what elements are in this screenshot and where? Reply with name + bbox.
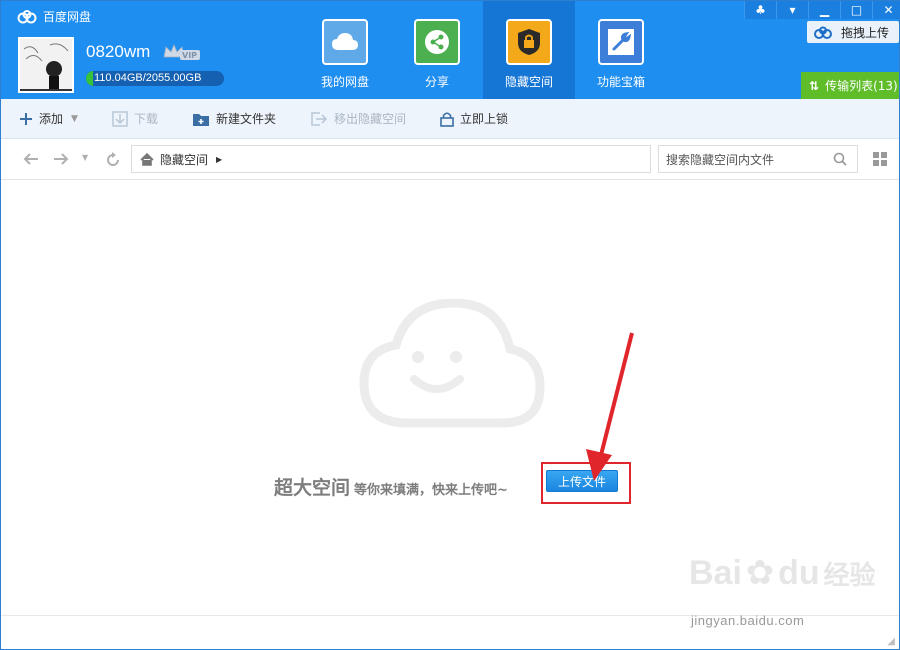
- lock-now-button[interactable]: 立即上锁: [440, 110, 508, 127]
- move-out-icon: [311, 111, 328, 126]
- lock-icon: [506, 19, 552, 65]
- menu-button[interactable]: ▾: [776, 1, 808, 19]
- smiling-cloud-icon: [359, 299, 545, 428]
- notification-bell-button[interactable]: ♣: [744, 1, 776, 19]
- refresh-icon[interactable]: [105, 152, 121, 168]
- nav-hidden-space[interactable]: 隐藏空间: [483, 1, 575, 99]
- minimize-icon: ▁: [819, 3, 830, 17]
- breadcrumb-item[interactable]: 隐藏空间: [160, 151, 208, 168]
- nav-share[interactable]: 分享: [391, 1, 483, 99]
- paw-icon: ✿: [745, 553, 775, 593]
- transfer-list-button[interactable]: ⇅ 传输列表(13): [801, 72, 899, 99]
- transfer-arrows-icon: ⇅: [809, 78, 820, 93]
- empty-state-message: 超大空间 等你来填满，快来上传吧~: [274, 473, 508, 500]
- maximize-button[interactable]: □: [840, 1, 872, 19]
- header-bar: 百度网盘 0820wm VIP 110.04GB/2055.00GB 我的网盘 …: [1, 1, 900, 99]
- new-folder-label: 新建文件夹: [215, 112, 276, 126]
- back-arrow-icon[interactable]: [23, 152, 39, 166]
- move-out-label: 移出隐藏空间: [333, 112, 406, 126]
- forward-arrow-icon[interactable]: [53, 152, 69, 166]
- vip-badge-text: VIP: [182, 51, 197, 60]
- storage-quota-bar: 110.04GB/2055.00GB: [86, 71, 224, 86]
- watermark-jingyan: 经验: [823, 560, 876, 590]
- chevron-down-icon: ▼: [71, 113, 78, 124]
- vip-crown-icon[interactable]: VIP: [162, 43, 202, 61]
- download-icon: [112, 110, 128, 127]
- wrench-icon: [598, 19, 644, 65]
- maximize-icon: □: [850, 3, 863, 17]
- drag-upload-button[interactable]: 拖拽上传: [807, 21, 899, 43]
- search-icon[interactable]: [833, 152, 847, 166]
- new-folder-button[interactable]: 新建文件夹: [192, 110, 276, 127]
- watermark-brand-suffix: du: [778, 554, 820, 592]
- nav-label: 我的网盘: [320, 75, 369, 89]
- plus-icon: [20, 112, 32, 125]
- nav-label: 功能宝箱: [596, 75, 645, 89]
- username: 0820wm: [86, 42, 151, 61]
- add-label: 添加: [39, 112, 64, 126]
- window-controls: ♣ ▾ ▁ □ ✕: [744, 1, 900, 19]
- breadcrumb-chevron-icon[interactable]: ▶: [216, 155, 222, 164]
- brand: 百度网盘: [17, 8, 91, 25]
- download-button[interactable]: 下载: [112, 110, 158, 127]
- breadcrumb[interactable]: 隐藏空间 ▶: [131, 145, 651, 173]
- nav-label: 隐藏空间: [504, 75, 553, 89]
- grid-view-icon[interactable]: [873, 152, 887, 166]
- toolbar: 添加 ▼ 下载 新建文件夹 移出隐藏空间 立即上锁: [1, 99, 899, 139]
- watermark-domain: jingyan.baidu.com: [691, 613, 805, 628]
- bell-icon: ♣: [755, 3, 766, 17]
- avatar-image: [20, 39, 72, 91]
- transfer-list-label: 传输列表(13): [825, 79, 898, 93]
- close-button[interactable]: ✕: [872, 1, 900, 19]
- new-folder-icon: [192, 113, 209, 126]
- add-button[interactable]: 添加 ▼: [19, 110, 78, 127]
- app-title: 百度网盘: [43, 10, 92, 24]
- lock-now-label: 立即上锁: [459, 112, 508, 126]
- baidu-netdisk-logo-icon: [17, 9, 37, 23]
- drag-upload-label: 拖拽上传: [841, 25, 890, 40]
- watermark-brand: Bai: [689, 554, 742, 592]
- nav-toolbox[interactable]: 功能宝箱: [575, 1, 667, 99]
- storage-quota-text: 110.04GB/2055.00GB: [94, 72, 202, 84]
- baidu-jingyan-watermark: Bai ✿ du 经验: [689, 553, 875, 593]
- close-icon: ✕: [883, 3, 894, 17]
- annotation-arrow-icon: [586, 332, 634, 481]
- file-area: 超大空间 等你来填满，快来上传吧~ 上传文件: [1, 181, 899, 615]
- padlock-icon: [440, 111, 454, 127]
- download-label: 下载: [133, 112, 158, 126]
- nav-label: 分享: [424, 75, 449, 89]
- main-nav: 我的网盘 分享 隐藏空间 功能宝箱: [299, 1, 667, 99]
- empty-state-subline: 等你来填满，快来上传吧~: [354, 483, 508, 498]
- resize-grip-icon[interactable]: ◢: [887, 636, 895, 647]
- baidu-netdisk-small-icon: [814, 26, 832, 39]
- storage-quota-fill: [86, 71, 94, 86]
- history-dropdown-icon[interactable]: ▼: [82, 153, 88, 162]
- minimize-button[interactable]: ▁: [808, 1, 840, 19]
- empty-state-headline: 超大空间: [274, 477, 351, 499]
- menu-down-icon: ▾: [789, 3, 796, 17]
- search-input[interactable]: 搜索隐藏空间内文件: [658, 145, 858, 173]
- nav-my-netdisk[interactable]: 我的网盘: [299, 1, 391, 99]
- app-window: 百度网盘 0820wm VIP 110.04GB/2055.00GB 我的网盘 …: [0, 0, 900, 650]
- move-out-hidden-button[interactable]: 移出隐藏空间: [310, 110, 406, 127]
- address-row: ▼ 隐藏空间 ▶ 搜索隐藏空间内文件: [1, 140, 899, 180]
- cloud-icon: [322, 19, 368, 65]
- search-placeholder: 搜索隐藏空间内文件: [666, 152, 775, 167]
- share-icon: [414, 19, 460, 65]
- avatar[interactable]: [18, 37, 74, 93]
- home-icon[interactable]: [140, 152, 154, 166]
